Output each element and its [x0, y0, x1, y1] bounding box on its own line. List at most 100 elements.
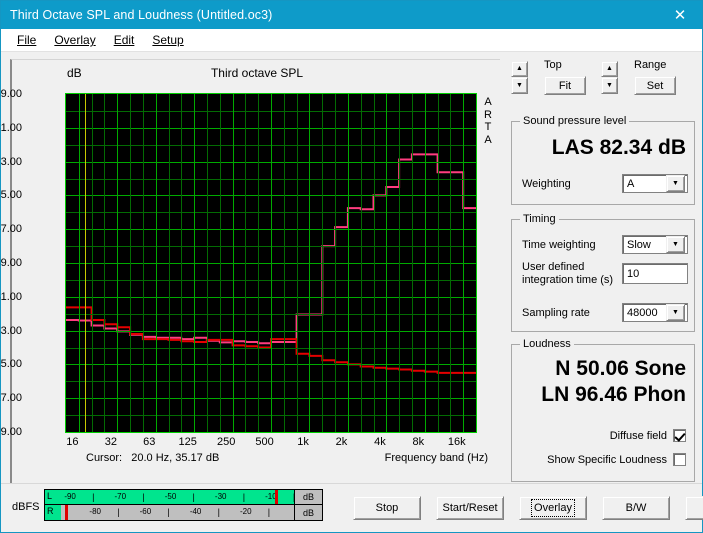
weighting-label: Weighting [522, 178, 571, 190]
arta-watermark: ARTA [484, 96, 492, 146]
range-label: Range [634, 59, 667, 71]
meter-right-channel: R [47, 506, 54, 516]
top-fit-button[interactable]: Fit [544, 76, 586, 95]
app-window: Third Octave SPL and Loudness (Untitled.… [0, 0, 703, 533]
menu-item-overlay[interactable]: Overlay [45, 31, 104, 49]
grid-line-v [438, 94, 439, 432]
time-weighting-label: Time weighting [522, 239, 596, 251]
top-label: Top [544, 59, 562, 71]
x-tick-label: 500 [255, 436, 274, 448]
specific-loudness-row[interactable]: Show Specific Loudness [547, 453, 686, 466]
meter-right-unit: dB [294, 505, 322, 520]
weighting-select[interactable]: A ▼ [622, 174, 688, 193]
x-tick-label: 4k [374, 436, 386, 448]
meter-tick-label: -20 [240, 507, 252, 516]
y-axis-label: dB [67, 66, 82, 80]
chevron-down-icon[interactable]: ▼ [666, 175, 685, 192]
chevron-down-icon[interactable]: ▼ [666, 236, 685, 253]
menu-item-edit[interactable]: Edit [105, 31, 144, 49]
grid-line-v [169, 94, 170, 432]
grid-line-v [156, 94, 157, 432]
copy-button[interactable]: Copy [685, 496, 703, 520]
integration-label-line2: integration time (s) [522, 274, 614, 286]
range-spinner[interactable]: ▲ ▼ [601, 60, 618, 94]
diffuse-field-label: Diffuse field [609, 429, 667, 442]
x-tick-label: 2k [335, 436, 348, 448]
chart-title: Third octave SPL [210, 66, 304, 80]
grid-line-v [374, 94, 375, 432]
cursor-value: 20.0 Hz, 35.17 dB [131, 452, 220, 464]
start-reset-button[interactable]: Start/Reset [436, 496, 504, 520]
close-icon[interactable]: ✕ [658, 1, 702, 29]
menu-item-file[interactable]: File [8, 31, 45, 49]
top-down-icon[interactable]: ▼ [511, 77, 528, 94]
y-tick-label: 73.00 [0, 155, 22, 168]
y-tick-label: 49.00 [0, 257, 22, 269]
specific-loudness-checkbox[interactable] [673, 453, 686, 466]
overlay-button[interactable]: Overlay [519, 496, 587, 520]
level-meters: L dB -90|-70|-50|-30|-10| R dB -80|-60|-… [44, 489, 323, 521]
grid-line-v [425, 94, 426, 432]
top-spinner[interactable]: ▲ ▼ [511, 60, 528, 94]
top-up-icon[interactable]: ▲ [511, 60, 528, 77]
sampling-rate-label: Sampling rate [522, 307, 590, 319]
meter-right: R dB -80 | -60 | -40 | -20 | [44, 505, 323, 521]
diffuse-field-row[interactable]: Diffuse field [610, 429, 686, 442]
spl-chart-plot[interactable] [65, 93, 477, 433]
bw-button[interactable]: B/W [602, 496, 670, 520]
stop-button[interactable]: Stop [353, 496, 421, 520]
range-control-group: ▲ ▼ Range Set [601, 59, 676, 95]
grid-line-v [117, 94, 118, 432]
grid-line-v [386, 94, 387, 432]
y-tick-label: 89.00 [0, 88, 22, 100]
stop-button-label: Stop [375, 502, 399, 514]
menu-item-setup[interactable]: Setup [143, 31, 192, 49]
menu-setup-label: Setup [152, 33, 184, 47]
range-set-button[interactable]: Set [634, 76, 676, 95]
menu-overlay-label: Overlay [54, 33, 96, 47]
dbfs-label: dBFS [12, 501, 40, 513]
meter-left-unit: dB [294, 490, 322, 504]
sampling-rate-select[interactable]: 48000 ▼ [622, 303, 688, 322]
grid-line-v [245, 94, 246, 432]
x-axis-label: Frequency band (Hz) [384, 452, 488, 464]
cursor-readout: Cursor: 20.0 Hz, 35.17 dB [86, 452, 219, 464]
y-tick-label: 33.00 [0, 324, 22, 337]
meter-tick-mark: | [242, 492, 246, 502]
spl-value: LAS 82.34 dB [551, 136, 686, 159]
y-tick-label: 25.00 [0, 358, 22, 371]
grid-line-v [335, 94, 336, 432]
x-tick-label: 63 [143, 436, 156, 448]
diffuse-field-checkbox[interactable] [673, 429, 686, 442]
grid-line-v [463, 94, 464, 432]
cursor-prefix: Cursor: [86, 452, 123, 464]
chevron-down-icon[interactable]: ▼ [666, 304, 685, 321]
grid-line-v [412, 94, 413, 432]
x-tick-label: 125 [178, 436, 197, 448]
meter-tick-mark: | [167, 507, 170, 517]
meter-tick-mark: | [142, 492, 145, 502]
grid-line-v [271, 94, 272, 432]
meter-tick-label: -60 [139, 507, 152, 516]
meter-tick-mark: | [267, 507, 271, 517]
y-tick-label: 41.00 [0, 290, 22, 303]
grid-line-v [284, 94, 285, 432]
menu-edit-label: Edit [113, 33, 135, 47]
meter-tick-label: -40 [189, 507, 202, 516]
integration-time-input[interactable]: 10 [622, 263, 688, 284]
x-tick-label: 32 [104, 436, 117, 448]
meter-tick-label: -70 [114, 492, 127, 501]
grid-line-v [297, 94, 298, 432]
grid-line-v [399, 94, 400, 432]
grid-line-v [309, 94, 310, 432]
meter-tick-mark: | [217, 507, 220, 517]
loudness-group: Loudness N 50.06 Sone LN 96.46 Phon Diff… [511, 338, 695, 482]
top-fit-label: Fit [558, 79, 572, 92]
start-reset-button-label: Start/Reset [442, 502, 498, 514]
meter-left-peak [274, 490, 278, 504]
time-weighting-select[interactable]: Slow ▼ [622, 235, 688, 254]
range-up-icon[interactable]: ▲ [601, 60, 618, 77]
range-down-icon[interactable]: ▼ [601, 77, 618, 94]
timing-group-title: Timing [520, 213, 559, 225]
cursor-line [85, 94, 86, 432]
